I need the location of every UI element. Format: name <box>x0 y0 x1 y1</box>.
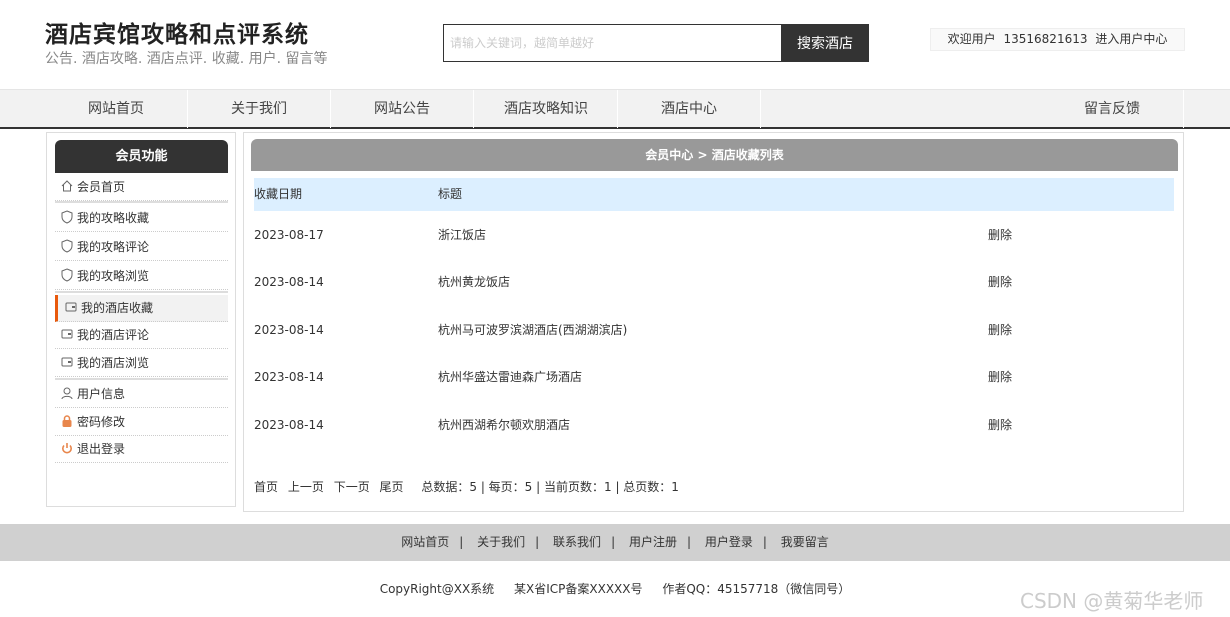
divider <box>55 378 228 380</box>
sidebar-item-label: 会员首页 <box>77 180 126 194</box>
sidebar-item-label: 我的酒店评论 <box>77 328 150 342</box>
user-center-link[interactable]: 进入用户中心 <box>1095 32 1167 46</box>
row-title[interactable]: 杭州西湖希尔顿欢朋酒店 <box>438 415 570 435</box>
sidebar-item-change-password[interactable]: 密码修改 <box>55 409 228 436</box>
delete-link[interactable]: 删除 <box>988 320 1012 340</box>
nav-home[interactable]: 网站首页 <box>45 90 188 128</box>
nav-feedback[interactable]: 留言反馈 <box>1041 90 1184 128</box>
welcome-box: 欢迎用户 13516821613 进入用户中心 <box>930 28 1185 51</box>
user-phone: 13516821613 <box>1003 32 1088 46</box>
copyright-text: CopyRight@XX系统 <box>379 582 495 596</box>
sidebar-item-hotel-history[interactable]: 我的酒店浏览 <box>55 350 228 377</box>
row-title[interactable]: 杭州黄龙饭店 <box>438 272 510 292</box>
row-date: 2023-08-14 <box>254 418 324 432</box>
footer-link-login[interactable]: 用户登录 <box>705 535 753 549</box>
main-nav: 网站首页 关于我们 网站公告 酒店攻略知识 酒店中心 留言反馈 <box>0 89 1230 129</box>
card-icon <box>61 357 73 367</box>
column-title: 标题 <box>438 187 463 201</box>
pager-prev[interactable]: 上一页 <box>288 480 324 494</box>
column-date: 收藏日期 <box>254 187 303 201</box>
row-title[interactable]: 浙江饭店 <box>438 225 486 245</box>
footer-separator: | <box>611 535 616 549</box>
pagination: 首页 上一页 下一页 尾页 总数据：5 | 每页：5 | 当前页数：1 | 总页… <box>254 478 685 495</box>
sidebar-item-label: 我的攻略评论 <box>77 240 150 254</box>
sidebar-item-label: 我的酒店浏览 <box>77 356 150 370</box>
card-icon <box>65 302 77 312</box>
sidebar-item-guide-favorites[interactable]: 我的攻略收藏 <box>55 205 228 232</box>
nav-notice[interactable]: 网站公告 <box>331 90 474 128</box>
delete-link[interactable]: 删除 <box>988 225 1012 245</box>
pager-last[interactable]: 尾页 <box>380 480 404 494</box>
shield-icon <box>61 268 73 282</box>
divider <box>55 201 228 203</box>
delete-link[interactable]: 删除 <box>988 367 1012 387</box>
qq-text: 作者QQ：45157718（微信同号） <box>662 582 851 596</box>
footer-link-about[interactable]: 关于我们 <box>477 535 525 549</box>
table-row: 2023-08-14 杭州马可波罗滨湖酒店(西湖湖滨店) 删除 <box>254 320 1174 367</box>
table-row: 2023-08-14 杭州华盛达雷迪森广场酒店 删除 <box>254 367 1174 414</box>
card-icon <box>61 329 73 339</box>
site-title: 酒店宾馆攻略和点评系统 <box>45 22 309 48</box>
footer-separator: | <box>459 535 464 549</box>
table-row: 2023-08-17 浙江饭店 删除 <box>254 225 1174 272</box>
footer-links: 网站首页 | 关于我们 | 联系我们 | 用户注册 | 用户登录 | 我要留言 <box>0 524 1230 561</box>
table-header: 收藏日期 标题 <box>254 178 1174 211</box>
table-row: 2023-08-14 杭州西湖希尔顿欢朋酒店 删除 <box>254 415 1174 462</box>
pager-next[interactable]: 下一页 <box>334 480 370 494</box>
row-title[interactable]: 杭州华盛达雷迪森广场酒店 <box>438 367 582 387</box>
footer-link-contact[interactable]: 联系我们 <box>553 535 601 549</box>
sidebar-item-label: 我的攻略收藏 <box>77 211 150 225</box>
lock-icon <box>62 415 72 427</box>
sidebar-heading: 会员功能 <box>55 140 228 173</box>
pager-info: 总数据：5 | 每页：5 | 当前页数：1 | 总页数：1 <box>421 480 679 494</box>
sidebar-item-hotel-comments[interactable]: 我的酒店评论 <box>55 322 228 349</box>
row-date: 2023-08-14 <box>254 370 324 384</box>
footer-link-register[interactable]: 用户注册 <box>629 535 677 549</box>
row-date: 2023-08-14 <box>254 275 324 289</box>
sidebar-item-hotel-favorites[interactable]: 我的酒店收藏 <box>55 295 228 322</box>
breadcrumb: 会员中心 > 酒店收藏列表 <box>251 139 1178 171</box>
search-bar: 搜索酒店 <box>443 24 869 62</box>
search-input[interactable] <box>443 24 781 62</box>
sidebar-item-logout[interactable]: 退出登录 <box>55 436 228 463</box>
watermark: CSDN @黄菊华老师 <box>1020 589 1204 613</box>
shield-icon <box>61 239 73 253</box>
content-panel: 会员中心 > 酒店收藏列表 收藏日期 标题 2023-08-17 浙江饭店 删除… <box>243 132 1184 512</box>
row-date: 2023-08-17 <box>254 228 324 242</box>
header: 酒店宾馆攻略和点评系统 公告. 酒店攻略. 酒店点评. 收藏. 用户. 留言等 … <box>0 0 1230 89</box>
footer-link-home[interactable]: 网站首页 <box>401 535 449 549</box>
welcome-text: 欢迎用户 <box>947 32 996 46</box>
divider <box>55 291 228 293</box>
shield-icon <box>61 210 73 224</box>
sidebar-item-user-info[interactable]: 用户信息 <box>55 381 228 408</box>
footer-link-message[interactable]: 我要留言 <box>781 535 829 549</box>
power-icon <box>62 443 72 454</box>
footer-separator: | <box>535 535 540 549</box>
nav-about[interactable]: 关于我们 <box>188 90 331 128</box>
delete-link[interactable]: 删除 <box>988 415 1012 435</box>
pager-first[interactable]: 首页 <box>254 480 278 494</box>
search-button[interactable]: 搜索酒店 <box>781 24 869 62</box>
home-icon <box>61 180 73 192</box>
sidebar-item-guide-history[interactable]: 我的攻略浏览 <box>55 263 228 290</box>
icp-text: 某X省ICP备案XXXXX号 <box>514 582 643 596</box>
sidebar-item-label: 用户信息 <box>77 387 126 401</box>
sidebar-item-member-home[interactable]: 会员首页 <box>55 174 228 201</box>
nav-hotels[interactable]: 酒店中心 <box>618 90 761 128</box>
sidebar-item-label: 我的酒店收藏 <box>81 301 154 315</box>
row-title[interactable]: 杭州马可波罗滨湖酒店(西湖湖滨店) <box>438 320 627 340</box>
nav-guides[interactable]: 酒店攻略知识 <box>475 90 618 128</box>
site-subtitle: 公告. 酒店攻略. 酒店点评. 收藏. 用户. 留言等 <box>45 51 328 67</box>
sidebar-item-guide-comments[interactable]: 我的攻略评论 <box>55 234 228 261</box>
sidebar-item-label: 密码修改 <box>77 415 126 429</box>
sidebar-item-label: 我的攻略浏览 <box>77 269 150 283</box>
sidebar: 会员功能 会员首页 我的攻略收藏 我的攻略评论 我的攻略浏览 我的酒店收藏 我的… <box>46 132 236 507</box>
footer-separator: | <box>762 535 767 549</box>
footer-separator: | <box>686 535 691 549</box>
delete-link[interactable]: 删除 <box>988 272 1012 292</box>
user-icon <box>61 387 73 400</box>
table-row: 2023-08-14 杭州黄龙饭店 删除 <box>254 272 1174 319</box>
row-date: 2023-08-14 <box>254 323 324 337</box>
sidebar-item-label: 退出登录 <box>77 442 126 456</box>
